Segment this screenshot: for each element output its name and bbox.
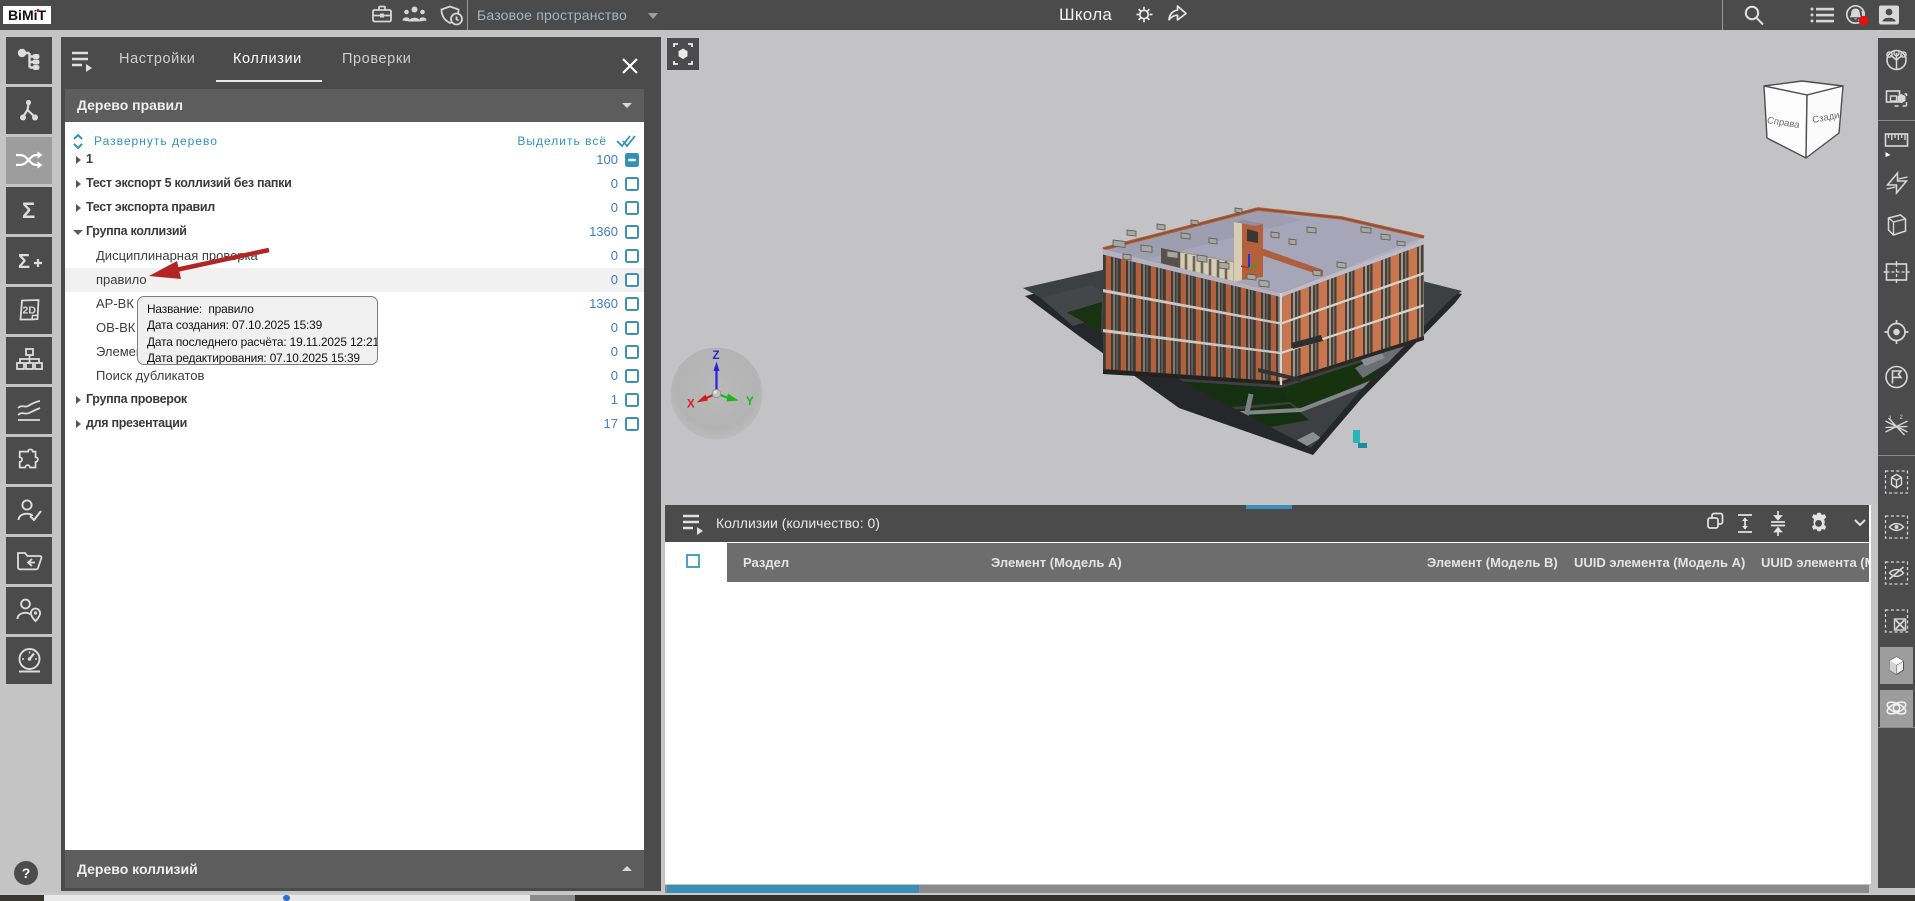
- svg-text:X: X: [687, 399, 695, 411]
- svg-text:Y: Y: [746, 396, 754, 408]
- svg-text:Σ: Σ: [18, 251, 30, 273]
- svg-text:2D: 2D: [23, 305, 37, 317]
- svg-text:Z: Z: [713, 350, 720, 362]
- svg-text:2: 2: [1900, 415, 1904, 421]
- svg-text:Σ: Σ: [22, 198, 35, 223]
